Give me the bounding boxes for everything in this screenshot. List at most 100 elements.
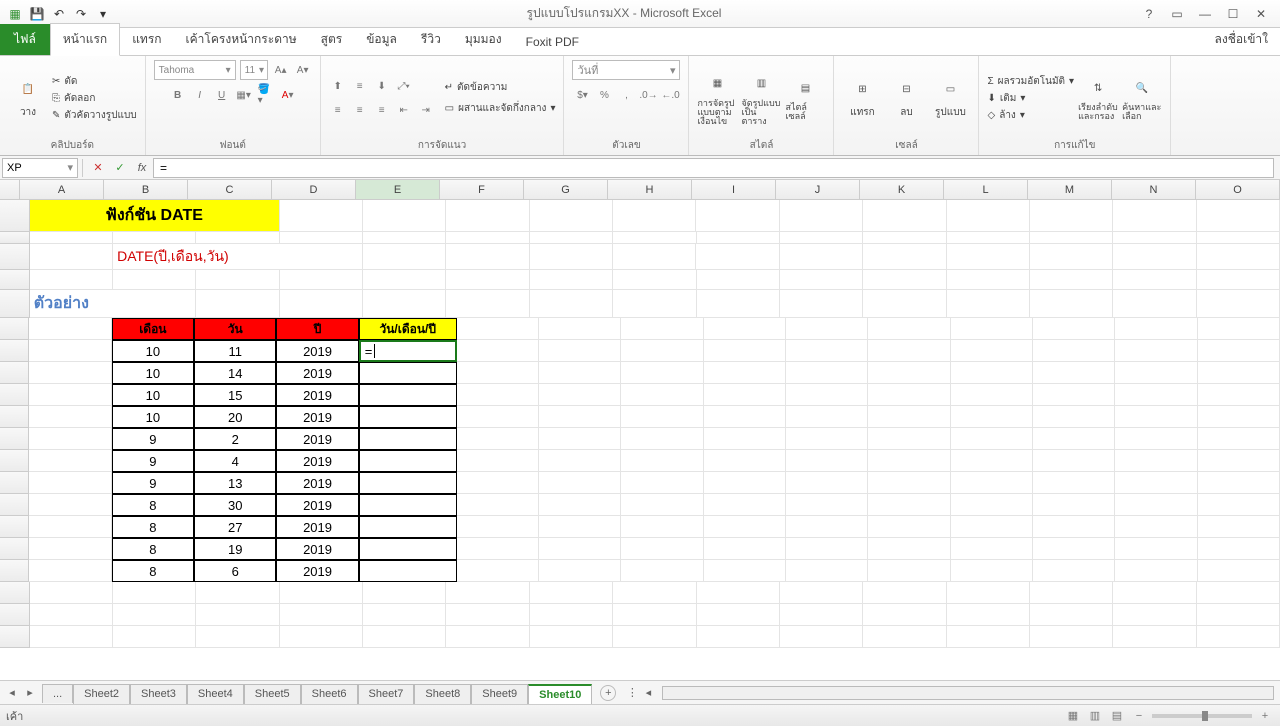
spreadsheet-grid[interactable]: ABCDEFGHIJKLMNO ฟังก์ชัน DATEDATE(ปี,เดื…: [0, 180, 1280, 680]
cell[interactable]: [1115, 318, 1197, 340]
cell[interactable]: [457, 560, 539, 582]
sheet-tab[interactable]: Sheet6: [301, 684, 358, 704]
merge-center-button[interactable]: ▭ผสานและจัดกึ่งกลาง▾: [445, 101, 556, 116]
cell[interactable]: [951, 538, 1033, 560]
sheet-tab[interactable]: Sheet2: [73, 684, 130, 704]
cell[interactable]: [29, 384, 111, 406]
cell[interactable]: [868, 362, 950, 384]
table-cell-day[interactable]: 27: [194, 516, 276, 538]
cell[interactable]: [363, 200, 446, 232]
decrease-font-icon[interactable]: A▾: [294, 61, 312, 79]
cell[interactable]: [29, 450, 111, 472]
cell[interactable]: [446, 582, 529, 604]
row-header[interactable]: [0, 290, 30, 318]
cell[interactable]: [30, 582, 113, 604]
tab-review[interactable]: รีวิว: [409, 24, 453, 55]
indent-increase-icon[interactable]: ⇥: [417, 101, 435, 119]
table-cell-dmy[interactable]: [359, 406, 457, 428]
table-cell-year[interactable]: 2019: [276, 538, 358, 560]
cell[interactable]: [29, 538, 111, 560]
row-header[interactable]: [0, 604, 30, 626]
copy-button[interactable]: ⎘คัดลอก: [52, 91, 137, 106]
cell[interactable]: [539, 516, 621, 538]
page-layout-view-icon[interactable]: ▥: [1086, 707, 1104, 725]
row-header[interactable]: [0, 270, 30, 290]
cell[interactable]: [951, 560, 1033, 582]
table-cell-dmy[interactable]: [359, 428, 457, 450]
cell[interactable]: [613, 200, 696, 232]
cell[interactable]: [1198, 362, 1280, 384]
align-right-icon[interactable]: ≡: [373, 101, 391, 119]
cell[interactable]: [1030, 604, 1113, 626]
cell[interactable]: [621, 406, 703, 428]
cell[interactable]: [196, 626, 279, 648]
cell[interactable]: [786, 560, 868, 582]
sheet-tab[interactable]: Sheet3: [130, 684, 187, 704]
cell[interactable]: [29, 362, 111, 384]
italic-button[interactable]: I: [191, 86, 209, 104]
cell[interactable]: [1198, 472, 1280, 494]
cell[interactable]: [1115, 406, 1197, 428]
cell[interactable]: [363, 290, 446, 318]
sheet-tab[interactable]: Sheet8: [414, 684, 471, 704]
row-header[interactable]: [0, 428, 29, 450]
minimize-icon[interactable]: —: [1196, 5, 1214, 23]
cell[interactable]: [951, 340, 1033, 362]
row-header[interactable]: [0, 560, 29, 582]
table-cell-dmy[interactable]: [359, 494, 457, 516]
autosum-button[interactable]: Σผลรวมอัตโนมัติ▾: [987, 74, 1074, 89]
table-cell-year[interactable]: 2019: [276, 406, 358, 428]
table-cell-month[interactable]: 8: [112, 516, 194, 538]
zoom-slider[interactable]: [1152, 714, 1252, 718]
table-cell-year[interactable]: 2019: [276, 516, 358, 538]
orientation-icon[interactable]: ⤢▾: [395, 77, 413, 95]
format-cells-button[interactable]: ▭รูปแบบ: [930, 68, 970, 128]
cell[interactable]: [1030, 244, 1113, 270]
cond-format-button[interactable]: ▦การจัดรูปแบบตามเงื่อนไข: [697, 68, 737, 128]
cell[interactable]: [868, 340, 950, 362]
cell[interactable]: [786, 318, 868, 340]
cell[interactable]: [1033, 450, 1115, 472]
cell[interactable]: [113, 270, 196, 290]
signin-link[interactable]: ลงชื่อเข้าใ: [1203, 24, 1280, 55]
hscroll-left-icon[interactable]: ◂: [640, 685, 656, 701]
cell[interactable]: [363, 582, 446, 604]
cell[interactable]: [1033, 516, 1115, 538]
cell[interactable]: [947, 232, 1030, 244]
maximize-icon[interactable]: ☐: [1224, 5, 1242, 23]
cell[interactable]: [539, 538, 621, 560]
tab-layout[interactable]: เค้าโครงหน้ากระดาษ: [174, 24, 309, 55]
cell[interactable]: [613, 270, 696, 290]
cell[interactable]: [780, 244, 863, 270]
tab-data[interactable]: ข้อมูล: [354, 24, 409, 55]
delete-cells-button[interactable]: ⊟ลบ: [886, 68, 926, 128]
sheet-nav-last-icon[interactable]: ▸: [22, 685, 38, 701]
table-cell-day[interactable]: 14: [194, 362, 276, 384]
column-header[interactable]: K: [860, 180, 944, 199]
column-header[interactable]: B: [104, 180, 188, 199]
cell[interactable]: [363, 270, 446, 290]
cell[interactable]: [196, 582, 279, 604]
cell[interactable]: [530, 232, 613, 244]
decrease-decimal-icon[interactable]: ←.0: [661, 86, 679, 104]
tab-view[interactable]: มุมมอง: [453, 24, 514, 55]
cell[interactable]: [1030, 582, 1113, 604]
cell[interactable]: [704, 362, 786, 384]
table-cell-dmy[interactable]: [359, 538, 457, 560]
cell[interactable]: [704, 340, 786, 362]
column-header[interactable]: D: [272, 180, 356, 199]
cell[interactable]: [621, 538, 703, 560]
row-header[interactable]: [0, 582, 30, 604]
cell[interactable]: [868, 472, 950, 494]
cell[interactable]: [30, 626, 113, 648]
fill-button[interactable]: ⬇เติม▾: [987, 91, 1074, 106]
table-cell-dmy[interactable]: [359, 560, 457, 582]
horizontal-scrollbar[interactable]: [662, 686, 1274, 700]
cell[interactable]: [280, 582, 363, 604]
cell[interactable]: [1033, 318, 1115, 340]
cell[interactable]: [1197, 232, 1280, 244]
fill-color-button[interactable]: 🪣▾: [257, 86, 275, 104]
column-header[interactable]: F: [440, 180, 524, 199]
row-header[interactable]: [0, 232, 30, 244]
table-cell-year[interactable]: 2019: [276, 494, 358, 516]
